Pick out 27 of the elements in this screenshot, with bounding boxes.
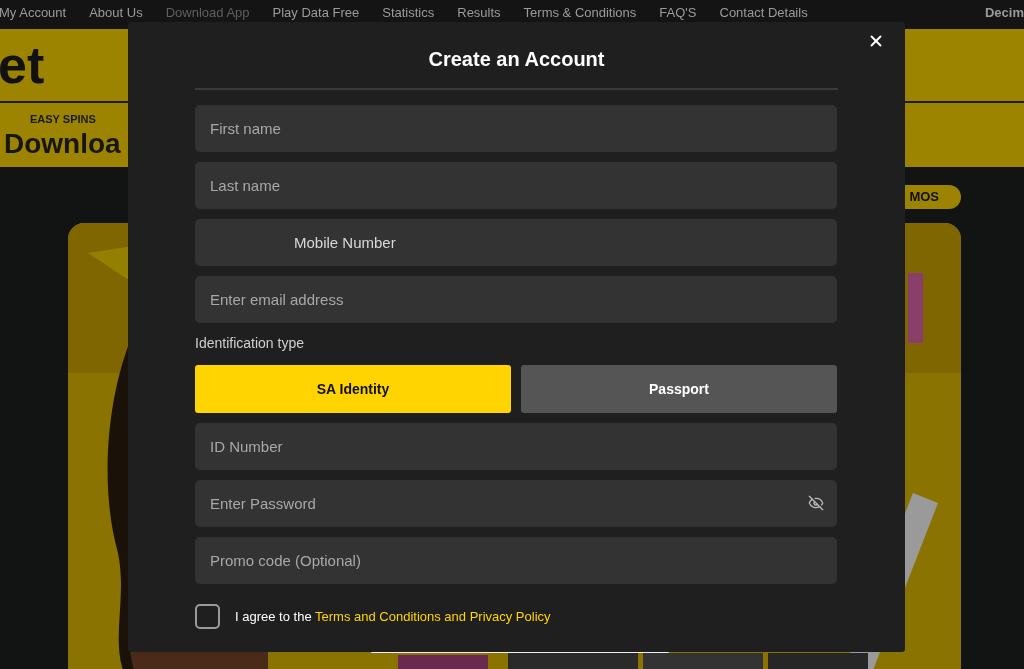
page-heading: Downloa (4, 129, 121, 158)
field-label: Identification type (195, 334, 305, 353)
nav-link[interactable]: Terms & Conditions (523, 3, 637, 23)
password-field[interactable]: Enter Password (195, 480, 837, 527)
modal-title: Create an Account (427, 47, 606, 72)
nav-link[interactable]: Statistics (382, 3, 435, 23)
id-type-toggle[interactable]: Passport (521, 365, 837, 413)
nav-link[interactable]: My Account (0, 3, 67, 23)
mobile-number-field[interactable]: Mobile Number (195, 219, 837, 266)
text-field[interactable]: Last name (195, 162, 837, 209)
nav-link[interactable]: FAQ'S (659, 3, 697, 23)
agree-checkbox[interactable] (195, 604, 220, 629)
agree-text: I agree to the Terms and Conditions and Privacy Policy (235, 607, 551, 626)
nav-link[interactable]: Contact Details (719, 3, 808, 23)
strip-title: EASY SPINS (30, 112, 96, 127)
id-type-toggle[interactable]: SA Identity (195, 365, 511, 413)
nav-link[interactable]: Play Data Free (272, 3, 360, 23)
text-field[interactable]: Promo code (Optional) (195, 537, 837, 584)
text-field[interactable]: Enter email address (195, 276, 837, 323)
text-field[interactable]: First name (195, 105, 837, 152)
nav-link[interactable]: About Us (89, 3, 143, 23)
hide-password-icon[interactable] (808, 495, 824, 511)
terms-link[interactable]: Terms and Conditions and Privacy Policy (315, 608, 551, 624)
nav-link-partial[interactable]: Decim (984, 3, 1024, 23)
logo: et (0, 39, 45, 91)
nav-link[interactable]: Results (457, 3, 501, 23)
text-field[interactable]: ID Number (195, 423, 837, 470)
